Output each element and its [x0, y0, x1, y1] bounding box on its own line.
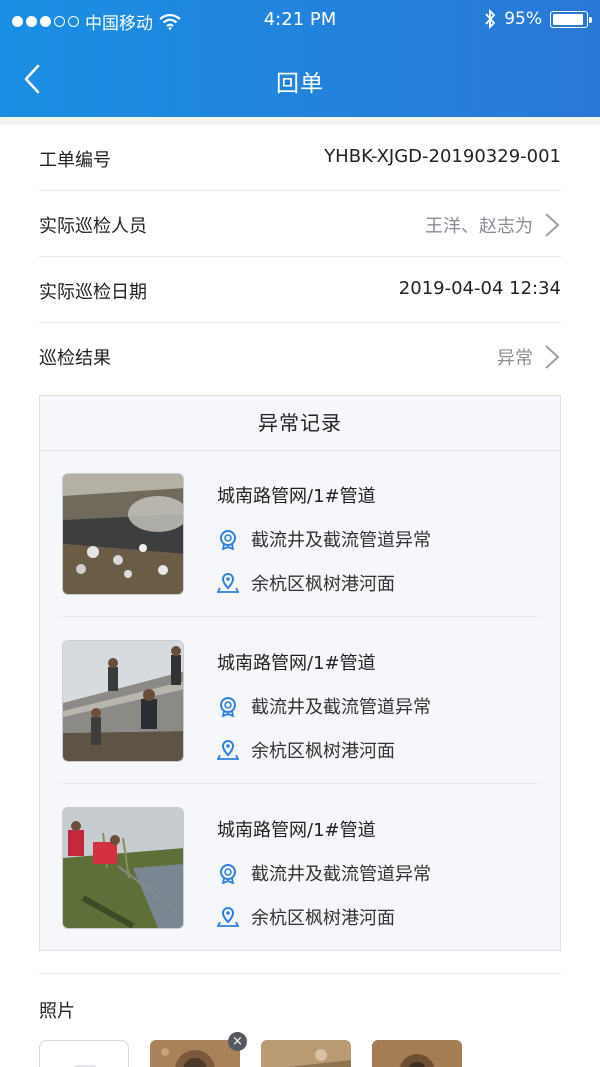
record-photo[interactable] — [62, 473, 184, 595]
order-number-value: YHBK-XJGD-20190329-001 — [324, 146, 561, 167]
chevron-right-icon — [545, 345, 560, 369]
badge-warning-icon — [220, 864, 236, 884]
abnormal-record-card[interactable]: 城南路管网/1#管道 截流井及截流管道异常 余杭区枫树港河面 — [40, 618, 560, 784]
record-issue: 截流井及截流管道异常 — [251, 530, 431, 551]
record-location: 余杭区枫树港河面 — [251, 574, 395, 595]
badge-warning-icon — [220, 530, 236, 550]
receipt-form: 工单编号 YHBK-XJGD-20190329-001 实际巡检人员 王洋、赵志… — [0, 125, 600, 1067]
app-header: 中国移动 4:21 PM 95% 回单 — [0, 0, 600, 117]
record-title: 城南路管网/1#管道 — [217, 653, 376, 674]
record-title: 城南路管网/1#管道 — [217, 486, 376, 507]
record-location: 余杭区枫树港河面 — [251, 741, 395, 762]
location-pin-icon — [217, 739, 239, 760]
record-issue: 截流井及截流管道异常 — [251, 864, 431, 885]
abnormal-records-panel: 异常记录 城南路管网/1#管道 截流井及截流管道异常 余杭区枫树港河面 城南路管… — [39, 395, 561, 951]
abnormal-record-card[interactable]: 城南路管网/1#管道 截流井及截流管道异常 余杭区枫树港河面 — [40, 785, 560, 951]
inspector-value: 王洋、赵志为 — [425, 216, 533, 237]
inspection-date-value: 2019-04-04 12:34 — [398, 278, 561, 299]
abnormal-records-title: 异常记录 — [40, 396, 560, 451]
divider — [39, 973, 561, 974]
abnormal-record-card[interactable]: 城南路管网/1#管道 截流井及截流管道异常 余杭区枫树港河面 — [40, 451, 560, 617]
record-issue: 截流井及截流管道异常 — [251, 697, 431, 718]
photos-label: 照片 — [39, 1001, 75, 1022]
record-photo[interactable] — [62, 640, 184, 762]
photo-thumbnail[interactable] — [372, 1040, 462, 1067]
bluetooth-icon — [485, 9, 496, 29]
add-photo-button[interactable] — [39, 1040, 129, 1067]
page-title: 回单 — [276, 71, 324, 97]
order-number-row: 工单编号 YHBK-XJGD-20190329-001 — [39, 125, 561, 191]
inspection-date-label: 实际巡检日期 — [39, 282, 147, 303]
order-number-label: 工单编号 — [39, 150, 111, 171]
photo-thumbnail[interactable] — [150, 1040, 240, 1067]
inspector-label: 实际巡检人员 — [39, 216, 147, 237]
location-pin-icon — [217, 572, 239, 593]
delete-photo-icon[interactable]: × — [228, 1032, 247, 1051]
battery-icon — [550, 10, 592, 28]
battery-percent: 95% — [504, 9, 542, 29]
photo-thumbnail[interactable] — [261, 1040, 351, 1067]
inspection-date-row[interactable]: 实际巡检日期 2019-04-04 12:34 — [39, 257, 561, 323]
chevron-right-icon — [545, 213, 560, 237]
location-pin-icon — [217, 906, 239, 927]
inspector-row[interactable]: 实际巡检人员 王洋、赵志为 — [39, 191, 561, 257]
badge-warning-icon — [220, 697, 236, 717]
image-placeholder-icon — [74, 1065, 96, 1067]
inspection-result-row[interactable]: 巡检结果 异常 — [39, 323, 561, 389]
record-location: 余杭区枫树港河面 — [251, 908, 395, 929]
status-bar: 中国移动 4:21 PM 95% — [0, 0, 600, 40]
inspection-result-value: 异常 — [497, 348, 533, 369]
record-title: 城南路管网/1#管道 — [217, 820, 376, 841]
inspection-result-label: 巡检结果 — [39, 348, 111, 369]
record-photo[interactable] — [62, 807, 184, 929]
